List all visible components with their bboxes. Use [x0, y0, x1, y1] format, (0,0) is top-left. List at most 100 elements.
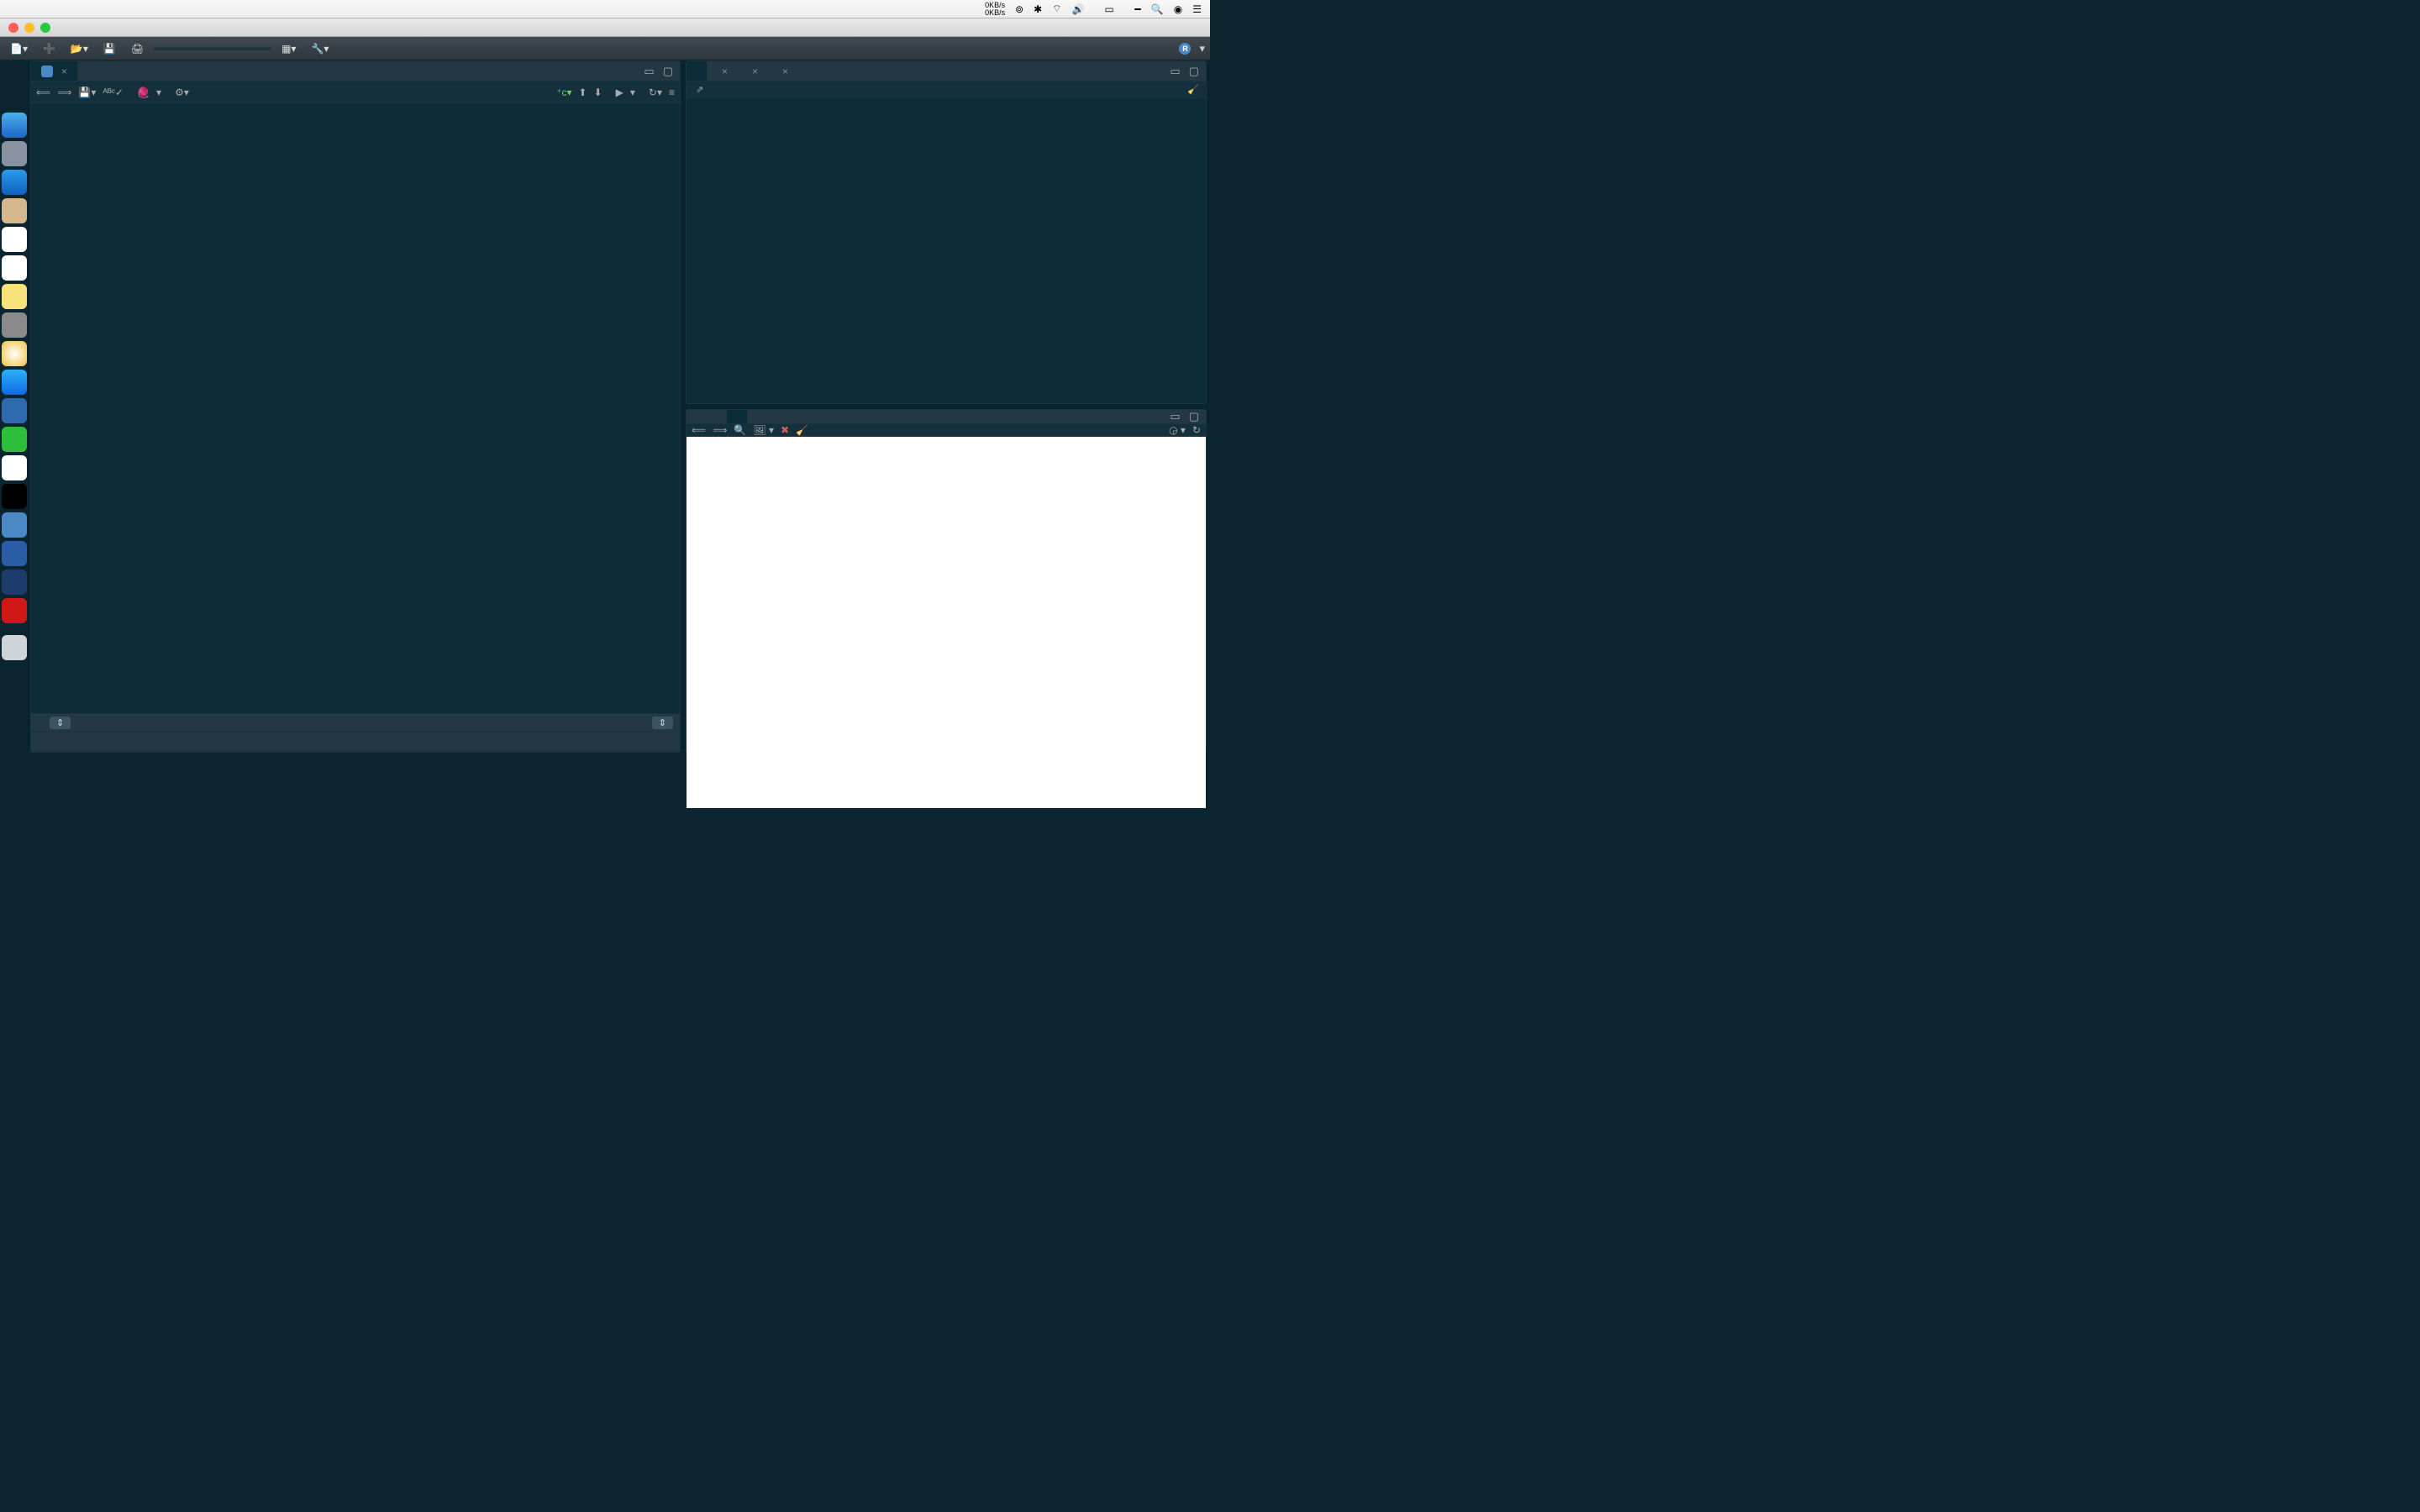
doc-type[interactable]: ⇕	[652, 717, 673, 729]
minimize-button[interactable]	[24, 23, 34, 33]
chunk-indicator[interactable]: ⇕	[50, 717, 71, 729]
tab-console[interactable]	[687, 61, 708, 81]
window-titlebar	[0, 18, 1210, 37]
dock-reminders[interactable]	[2, 255, 27, 281]
dock-calendar[interactable]	[2, 227, 27, 252]
spotlight-icon[interactable]: 🔍	[1151, 3, 1164, 15]
bottom-right-tabs: ▭ ▢	[687, 410, 1206, 424]
source-tab[interactable]: ×	[31, 61, 78, 81]
console-tabs: × × × ▭ ▢	[687, 61, 1206, 81]
rmd-file-icon	[41, 66, 53, 77]
clear-console-icon[interactable]: 🧹	[1187, 84, 1199, 95]
insert-chunk-button[interactable]: ⁺ᴄ▾	[556, 87, 571, 98]
tab-connections[interactable]	[51, 732, 71, 751]
dock-rstudio[interactable]	[2, 512, 27, 538]
console-minimize-icon[interactable]: ▭	[1170, 65, 1180, 78]
pane-maximize-icon[interactable]: ▢	[663, 65, 673, 78]
tab-jobs[interactable]: ×	[768, 61, 798, 81]
spellcheck-icon[interactable]: ᴬᴮᶜ✓	[103, 87, 124, 98]
menu-icon[interactable]: ☰	[1192, 3, 1202, 15]
outline-icon[interactable]: ≡	[669, 87, 675, 98]
add-button[interactable]: 🔧▾	[306, 40, 334, 57]
clear-plots-icon[interactable]: 🧹	[796, 424, 808, 436]
tab-viewer[interactable]	[788, 410, 808, 423]
project-dropdown-icon[interactable]: ▾	[1199, 42, 1205, 55]
tab-history[interactable]	[31, 732, 51, 751]
save-icon[interactable]: 💾▾	[78, 87, 96, 98]
plots-minimize-icon[interactable]: ▭	[1170, 410, 1180, 423]
open-file-button[interactable]: 📂▾	[66, 40, 93, 57]
export-button[interactable]: 🖼 ▾	[753, 424, 774, 436]
wifi-icon[interactable]: ⌔	[1052, 3, 1061, 15]
tab-plots[interactable]	[727, 410, 748, 423]
go-up-icon[interactable]: ⬆	[579, 87, 587, 98]
tab-git[interactable]	[71, 732, 92, 751]
source-editor[interactable]	[31, 103, 680, 713]
dock-wechat[interactable]	[2, 427, 27, 452]
tab-packages[interactable]	[748, 410, 768, 423]
bt-icon[interactable]: ✱	[1034, 3, 1042, 15]
plots-pane: ▭ ▢ ⟸ ⟹ 🔍 🖼 ▾ ✖ 🧹 ◶ ▾ ↻	[686, 409, 1207, 753]
tab-rmarkdown[interactable]: ×	[738, 61, 768, 81]
tab-help-tab[interactable]	[768, 410, 788, 423]
source-tabs: × ▭ ▢	[31, 61, 680, 81]
run-button[interactable]: ▶ ▾	[609, 85, 642, 100]
knit-button[interactable]: 🧶 ▾	[130, 85, 168, 100]
dock-appstore[interactable]	[2, 370, 27, 395]
new-project-button[interactable]: ➕	[38, 40, 60, 57]
ime-label[interactable]	[1134, 8, 1141, 10]
dock-preferences[interactable]	[2, 312, 27, 338]
tab-files[interactable]	[707, 410, 727, 423]
bottom-left-tabs	[31, 732, 680, 752]
dock-word[interactable]	[2, 541, 27, 566]
dock-qq[interactable]	[2, 455, 27, 480]
go-down-icon[interactable]: ⬇	[594, 87, 602, 98]
addins-button[interactable]	[339, 46, 349, 51]
console-pane: × × × ▭ ▢ ⇗ 🧹	[686, 60, 1207, 404]
goto-file-input[interactable]	[154, 47, 271, 50]
back-icon[interactable]: ⟸	[36, 87, 50, 98]
publish-button[interactable]: ◶ ▾	[1169, 424, 1186, 436]
view-grid-button[interactable]: ▦▾	[276, 40, 301, 57]
volume-icon[interactable]: 🔊	[1072, 3, 1085, 15]
dock-launchpad[interactable]	[2, 141, 27, 166]
dock-safari[interactable]	[2, 170, 27, 195]
dock-vscode[interactable]	[2, 398, 27, 423]
dock-earth[interactable]	[2, 570, 27, 595]
dock-notes[interactable]	[2, 284, 27, 309]
tab-close-icon[interactable]: ×	[61, 66, 67, 77]
close-button[interactable]	[8, 23, 18, 33]
battery-icon[interactable]: ▭	[1104, 3, 1113, 15]
dock-acrobat[interactable]	[2, 598, 27, 623]
new-file-button[interactable]: 📄▾	[5, 40, 33, 57]
cc-icon[interactable]: ⊚	[1015, 3, 1023, 15]
console-output[interactable]	[687, 98, 1206, 403]
remove-plot-icon[interactable]: ✖	[781, 424, 789, 436]
siri-icon[interactable]: ◉	[1174, 3, 1182, 15]
save-all-button[interactable]: 💾	[98, 40, 121, 57]
gear-icon[interactable]: ⚙▾	[175, 87, 189, 98]
zoom-button[interactable]	[40, 23, 50, 33]
print-button[interactable]: 🖨	[126, 40, 149, 57]
pane-minimize-icon[interactable]: ▭	[644, 65, 654, 78]
plot-next-icon[interactable]: ⟹	[713, 424, 727, 436]
macos-menubar: 0KB/s0KB/s ⊚ ✱ ⌔ 🔊 ▭ 🔍 ◉ ☰	[0, 0, 1210, 18]
tab-terminal[interactable]: ×	[708, 61, 738, 81]
dock-trash[interactable]	[2, 635, 27, 660]
console-maximize-icon[interactable]: ▢	[1189, 65, 1199, 78]
plot-prev-icon[interactable]: ⟸	[692, 424, 706, 436]
forward-icon[interactable]: ⟹	[57, 87, 71, 98]
line-gutter	[31, 103, 73, 713]
dock-finder[interactable]	[2, 113, 27, 138]
zoom-button[interactable]: 🔍	[734, 424, 746, 436]
plots-maximize-icon[interactable]: ▢	[1189, 410, 1199, 423]
path-arrow-icon[interactable]: ⇗	[696, 84, 703, 95]
plot-area	[687, 437, 1206, 808]
dock-terminal[interactable]	[2, 484, 27, 509]
republish-icon[interactable]: ↻▾	[649, 87, 662, 98]
tab-environment[interactable]	[687, 410, 707, 423]
code-area[interactable]	[73, 103, 680, 713]
dock-contacts[interactable]	[2, 198, 27, 223]
refresh-plot-icon[interactable]: ↻	[1192, 424, 1201, 436]
dock-chrome[interactable]	[2, 341, 27, 366]
